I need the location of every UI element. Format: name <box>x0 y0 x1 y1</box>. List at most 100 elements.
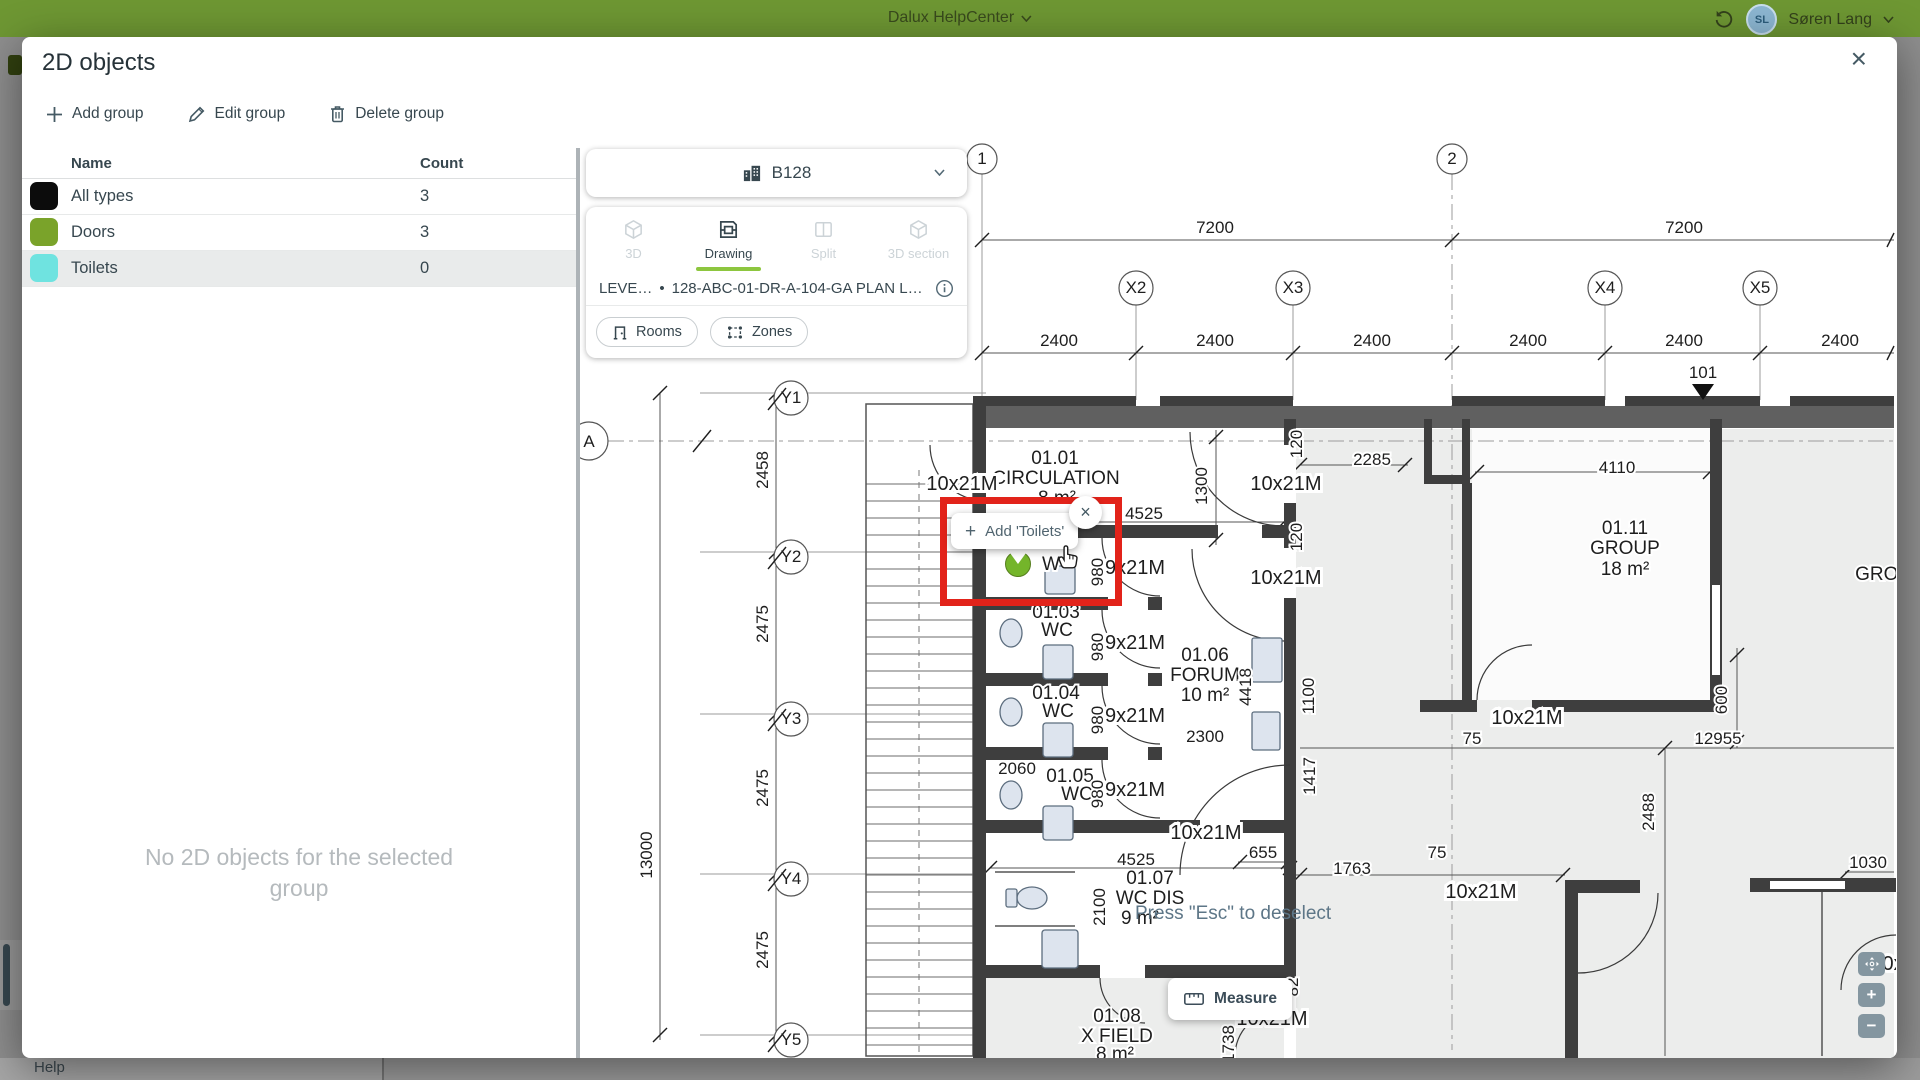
delete-group-button[interactable]: Delete group <box>329 105 444 123</box>
svg-text:980: 980 <box>1088 780 1107 808</box>
svg-text:X4: X4 <box>1595 278 1616 297</box>
svg-text:10x21M: 10x21M <box>926 473 997 495</box>
edit-group-button[interactable]: Edit group <box>188 105 286 123</box>
svg-text:1100: 1100 <box>1299 678 1318 715</box>
plus-icon: + <box>965 522 976 541</box>
pan-tool-button[interactable] <box>1858 952 1885 976</box>
svg-text:75: 75 <box>1428 843 1447 862</box>
view-mode-panel: 3D Drawing Split 3D section LEVE… • 128-… <box>586 207 967 358</box>
svg-text:X2: X2 <box>1126 278 1147 297</box>
svg-text:2: 2 <box>1447 149 1456 168</box>
chevron-down-icon <box>934 169 945 176</box>
svg-text:2400: 2400 <box>1353 331 1391 350</box>
cube-section-icon <box>907 218 930 241</box>
add-group-button[interactable]: Add group <box>46 105 144 123</box>
svg-text:9x21M: 9x21M <box>1105 632 1165 654</box>
avatar[interactable]: SL <box>1746 4 1777 35</box>
svg-text:2300: 2300 <box>1186 727 1224 746</box>
svg-text:2475: 2475 <box>753 769 772 807</box>
user-menu-chevron-icon[interactable] <box>1883 16 1894 23</box>
close-icon[interactable]: × <box>1851 45 1867 73</box>
group-count: 3 <box>420 223 576 242</box>
workspace-selector[interactable]: Dalux HelpCenter <box>888 9 1032 27</box>
svg-text:2488: 2488 <box>1639 793 1658 831</box>
svg-text:4110: 4110 <box>1599 458 1636 477</box>
drawing-breadcrumb[interactable]: LEVE… • 128-ABC-01-DR-A-104-GA PLAN LEVE… <box>586 271 967 305</box>
trash-icon <box>329 105 346 123</box>
empty-line-2: group <box>22 873 576 904</box>
svg-text:01.01: 01.01 <box>1031 448 1079 469</box>
svg-text:600: 600 <box>1712 686 1731 714</box>
group-toolbar: Add group Edit group Delete group <box>46 105 444 123</box>
svg-text:2475: 2475 <box>753 605 772 643</box>
svg-text:7200: 7200 <box>1196 218 1234 237</box>
svg-text:2285: 2285 <box>1353 450 1391 469</box>
group-name: All types <box>22 187 420 206</box>
bottom-strip-right <box>384 1058 1920 1080</box>
group-name: Toilets <box>22 259 420 278</box>
table-row[interactable]: All types 3 <box>22 179 576 215</box>
svg-text:1300: 1300 <box>1192 467 1211 505</box>
drawing-name[interactable]: 128-ABC-01-DR-A-104-GA PLAN LEVE… <box>672 280 928 297</box>
tab-3d[interactable]: 3D <box>586 207 681 271</box>
column-name: Name <box>22 155 420 172</box>
view-mode-tabs: 3D Drawing Split 3D section <box>586 207 967 271</box>
level-segment[interactable]: LEVE… <box>599 280 652 297</box>
dismiss-selection-button[interactable]: × <box>1069 496 1102 529</box>
building-selector-dropdown[interactable]: B128 <box>586 149 967 197</box>
svg-text:2060: 2060 <box>998 759 1036 778</box>
page-scrollbar-fragment[interactable] <box>3 944 10 1006</box>
tab-3d-section[interactable]: 3D section <box>871 207 966 271</box>
tab-drawing[interactable]: Drawing <box>681 207 776 271</box>
group-color-swatch <box>30 218 58 246</box>
svg-text:980: 980 <box>1088 633 1107 661</box>
svg-text:2400: 2400 <box>1040 331 1078 350</box>
hand-cursor-icon <box>1055 540 1083 570</box>
split-view-icon <box>812 218 835 241</box>
rooms-toggle-label: Rooms <box>636 324 682 340</box>
help-link[interactable]: Help <box>34 1059 65 1076</box>
svg-text:Y3: Y3 <box>781 709 802 728</box>
edit-group-label: Edit group <box>215 105 286 123</box>
svg-text:655: 655 <box>1249 843 1277 862</box>
ruler-icon <box>1183 992 1205 1006</box>
svg-text:12955: 12955 <box>1694 729 1741 748</box>
svg-text:1417: 1417 <box>1300 757 1319 795</box>
svg-text:GROUP: GROUP <box>1590 538 1660 559</box>
history-undo-icon[interactable] <box>1713 9 1735 31</box>
esc-hint-text: Press "Esc" to deselect <box>1135 903 1331 925</box>
svg-text:18 m²: 18 m² <box>1601 559 1650 580</box>
svg-text:9x21M: 9x21M <box>1105 779 1165 801</box>
zoom-out-button[interactable]: − <box>1858 1014 1885 1038</box>
group-name: Doors <box>22 223 420 242</box>
svg-text:Y5: Y5 <box>781 1030 802 1049</box>
cube-icon <box>622 218 645 241</box>
measure-button[interactable]: Measure <box>1168 978 1292 1020</box>
workspace-title: Dalux HelpCenter <box>888 9 1014 27</box>
svg-text:01.08: 01.08 <box>1093 1006 1141 1027</box>
zones-toggle-button[interactable]: Zones <box>710 317 808 347</box>
group-color-swatch <box>30 254 58 282</box>
rooms-toggle-button[interactable]: Rooms <box>596 317 698 347</box>
svg-text:2100: 2100 <box>1090 888 1109 926</box>
door-icon <box>612 324 628 341</box>
svg-text:Y4: Y4 <box>781 869 802 888</box>
table-row[interactable]: Doors 3 <box>22 215 576 251</box>
svg-text:2400: 2400 <box>1509 331 1547 350</box>
svg-text:10x21M: 10x21M <box>1445 881 1516 903</box>
svg-text:01.11: 01.11 <box>1602 518 1648 539</box>
groups-table: Name Count All types 3 Doors 3 Toilets 0 <box>22 148 576 287</box>
svg-text:120: 120 <box>1287 523 1306 551</box>
tab-label: 3D section <box>888 246 949 261</box>
zoom-in-button[interactable]: + <box>1858 983 1885 1007</box>
breadcrumb-separator: • <box>659 280 664 297</box>
page-nav-icon-fragment <box>8 55 22 75</box>
info-icon[interactable] <box>935 279 954 298</box>
tab-split[interactable]: Split <box>776 207 871 271</box>
svg-text:01.06: 01.06 <box>1181 645 1229 666</box>
table-row-selected[interactable]: Toilets 0 <box>22 251 576 287</box>
chevron-down-icon <box>1021 15 1032 22</box>
tab-label: Split <box>811 246 836 261</box>
svg-text:FORUM: FORUM <box>1170 665 1240 686</box>
tab-label: Drawing <box>705 246 753 261</box>
